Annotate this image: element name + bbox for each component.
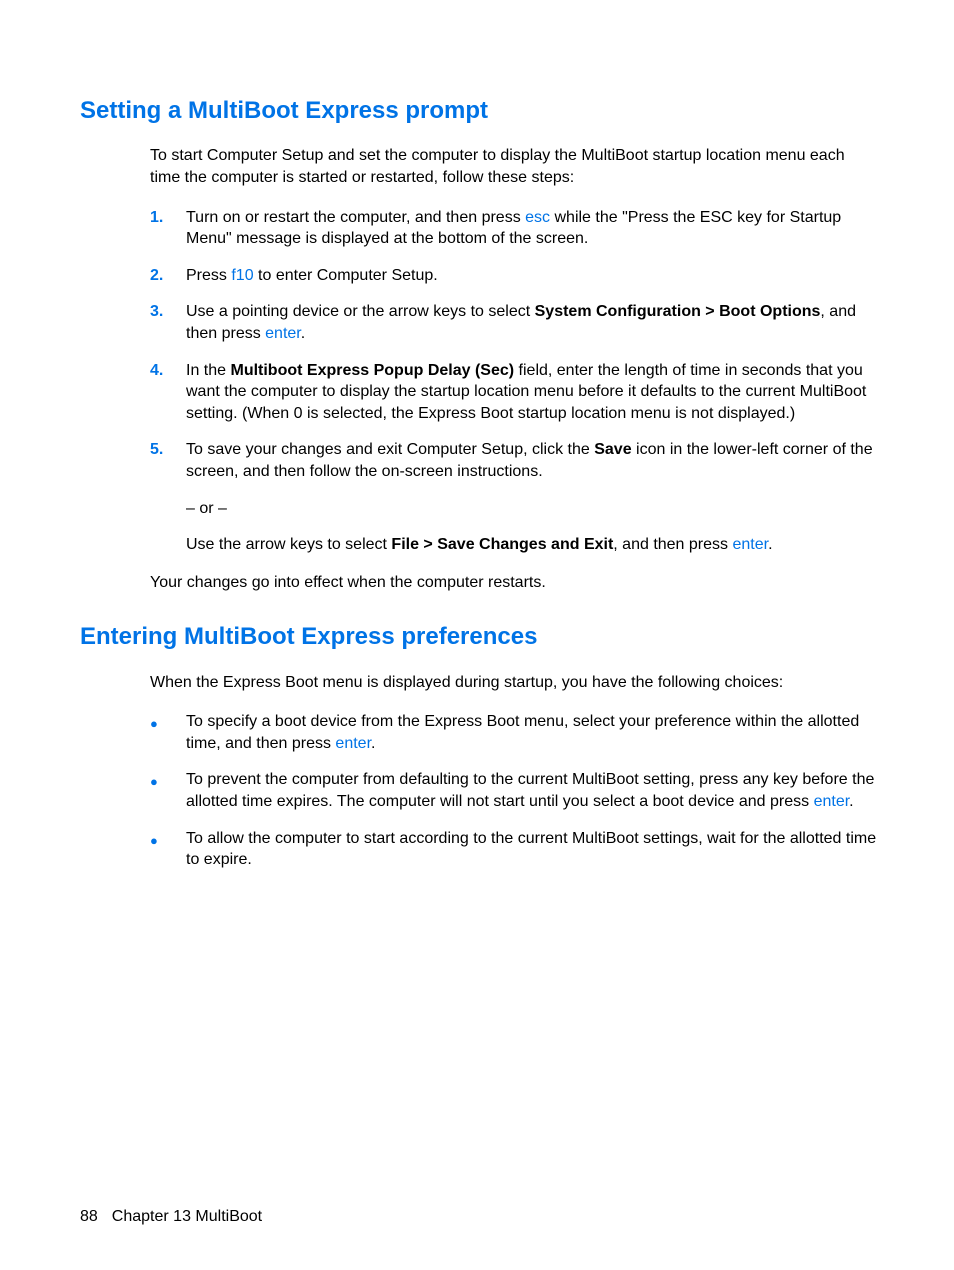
bullets-list: ● To specify a boot device from the Expr…	[150, 711, 879, 871]
step-content: To save your changes and exit Computer S…	[186, 439, 879, 555]
step-content: Turn on or restart the computer, and the…	[186, 207, 879, 250]
bullet-item: ● To prevent the computer from defaultin…	[150, 769, 879, 812]
key-enter: enter	[732, 536, 768, 553]
text: Turn on or restart the computer, and the…	[186, 209, 525, 226]
text: , and then press	[613, 536, 732, 553]
bullet-icon: ●	[150, 769, 186, 791]
bullet-item: ● To allow the computer to start accordi…	[150, 828, 879, 871]
chapter-label: Chapter 13 MultiBoot	[112, 1208, 262, 1225]
text: .	[371, 735, 375, 752]
alt-instruction: Use the arrow keys to select File > Save…	[186, 534, 879, 556]
or-separator: – or –	[186, 498, 879, 520]
step-content: Use a pointing device or the arrow keys …	[186, 301, 879, 344]
section2-intro: When the Express Boot menu is displayed …	[150, 672, 879, 694]
step-number: 1.	[150, 207, 186, 229]
bold-text: Multiboot Express Popup Delay (Sec)	[230, 362, 514, 379]
text: .	[768, 536, 772, 553]
step-2: 2. Press f10 to enter Computer Setup.	[150, 265, 879, 287]
step-content: In the Multiboot Express Popup Delay (Se…	[186, 360, 879, 425]
text: .	[849, 793, 853, 810]
section1-conclusion: Your changes go into effect when the com…	[150, 572, 879, 594]
page-number: 88	[80, 1208, 98, 1225]
text: Press	[186, 267, 231, 284]
key-enter: enter	[814, 793, 850, 810]
text: To allow the computer to start according…	[186, 830, 876, 869]
text: to enter Computer Setup.	[254, 267, 438, 284]
text: Use a pointing device or the arrow keys …	[186, 303, 535, 320]
key-enter: enter	[265, 325, 301, 342]
step-1: 1. Turn on or restart the computer, and …	[150, 207, 879, 250]
step-number: 3.	[150, 301, 186, 323]
step-number: 4.	[150, 360, 186, 382]
key-esc: esc	[525, 209, 550, 226]
bullet-item: ● To specify a boot device from the Expr…	[150, 711, 879, 754]
step-number: 2.	[150, 265, 186, 287]
bullet-icon: ●	[150, 711, 186, 733]
step-content: Press f10 to enter Computer Setup.	[186, 265, 879, 287]
key-enter: enter	[335, 735, 371, 752]
section-heading-entering: Entering MultiBoot Express preferences	[80, 621, 879, 653]
step-4: 4. In the Multiboot Express Popup Delay …	[150, 360, 879, 425]
section-heading-setting: Setting a MultiBoot Express prompt	[80, 95, 879, 127]
section1-intro: To start Computer Setup and set the comp…	[150, 145, 879, 188]
step-5: 5. To save your changes and exit Compute…	[150, 439, 879, 555]
step-number: 5.	[150, 439, 186, 461]
bold-text: Save	[594, 441, 631, 458]
bullet-content: To prevent the computer from defaulting …	[186, 769, 879, 812]
text: Use the arrow keys to select	[186, 536, 391, 553]
bold-text: System Configuration > Boot Options	[535, 303, 821, 320]
text: In the	[186, 362, 230, 379]
page-footer: 88 Chapter 13 MultiBoot	[80, 1206, 262, 1228]
steps-list: 1. Turn on or restart the computer, and …	[150, 207, 879, 556]
key-f10: f10	[231, 267, 253, 284]
bullet-content: To specify a boot device from the Expres…	[186, 711, 879, 754]
step-3: 3. Use a pointing device or the arrow ke…	[150, 301, 879, 344]
text: .	[301, 325, 305, 342]
text: To prevent the computer from defaulting …	[186, 771, 874, 810]
bold-text: File > Save Changes and Exit	[391, 536, 613, 553]
bullet-icon: ●	[150, 828, 186, 850]
text: To specify a boot device from the Expres…	[186, 713, 859, 752]
text: To save your changes and exit Computer S…	[186, 441, 594, 458]
bullet-content: To allow the computer to start according…	[186, 828, 879, 871]
